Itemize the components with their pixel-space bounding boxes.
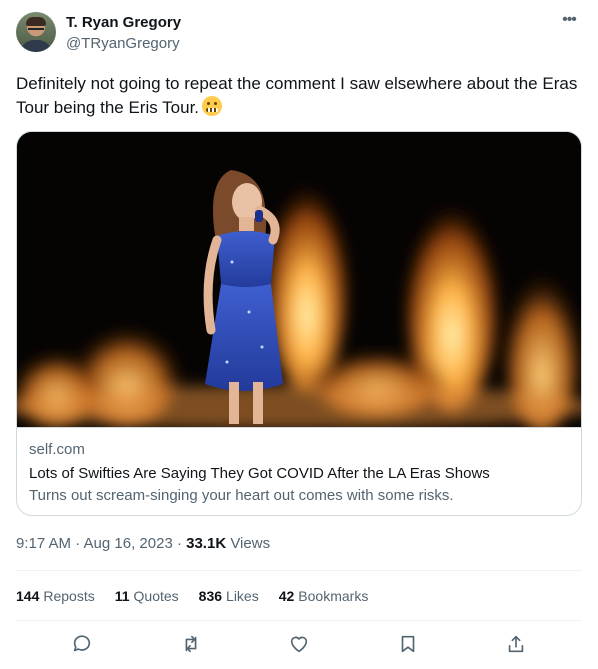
like-button[interactable] xyxy=(281,626,317,662)
reposts-count: 144 xyxy=(16,588,40,604)
tweet-header: T. Ryan Gregory @TRyanGregory ••• xyxy=(16,12,582,56)
more-horizontal-icon[interactable]: ••• xyxy=(556,12,582,34)
bookmarks-stat[interactable]: 42 Bookmarks xyxy=(279,588,369,604)
avatar[interactable] xyxy=(16,12,56,52)
divider xyxy=(16,570,582,571)
likes-count: 836 xyxy=(198,588,223,604)
share-icon xyxy=(508,635,524,653)
bookmarks-count: 42 xyxy=(278,588,295,604)
card-description: Turns out scream-singing your heart out … xyxy=(29,487,454,504)
reply-icon xyxy=(73,635,91,652)
reply-button[interactable] xyxy=(64,626,100,662)
grimacing-face-emoji xyxy=(202,96,223,116)
likes-label: Likes xyxy=(226,588,259,604)
bookmark-button[interactable] xyxy=(390,626,426,662)
quotes-label: Quotes xyxy=(133,588,179,604)
card-domain: self.com xyxy=(29,441,85,458)
tweet-text: Definitely not going to repeat the comme… xyxy=(16,72,582,120)
tweet-body: Definitely not going to repeat the comme… xyxy=(16,74,578,117)
card-image xyxy=(17,132,581,427)
bookmark-icon xyxy=(401,635,414,653)
tweet-meta: 9:17 AM · Aug 16, 2023 · 33.1K Views xyxy=(16,535,270,552)
like-icon xyxy=(290,636,308,653)
engagement-stats: 144 Reposts 11 Quotes 836 Likes 42 Bookmarks xyxy=(16,588,368,604)
divider xyxy=(16,620,582,621)
author-name[interactable]: T. Ryan Gregory xyxy=(66,14,181,31)
card-body: self.com Lots of Swifties Are Saying The… xyxy=(17,427,581,515)
timestamp[interactable]: 9:17 AM · Aug 16, 2023 · xyxy=(16,535,186,552)
share-button[interactable] xyxy=(498,626,534,662)
reposts-stat[interactable]: 144 Reposts xyxy=(16,588,95,604)
repost-button[interactable] xyxy=(173,626,209,662)
views-label: Views xyxy=(226,535,271,552)
card-title[interactable]: Lots of Swifties Are Saying They Got COV… xyxy=(29,465,490,482)
views-count: 33.1K xyxy=(186,535,227,552)
author-handle[interactable]: @TRyanGregory xyxy=(66,35,180,52)
action-bar xyxy=(16,626,582,664)
repost-icon xyxy=(185,635,196,653)
quotes-stat[interactable]: 11 Quotes xyxy=(115,588,179,604)
link-card[interactable]: self.com Lots of Swifties Are Saying The… xyxy=(16,131,582,516)
likes-stat[interactable]: 836 Likes xyxy=(199,588,259,604)
quotes-count: 11 xyxy=(114,588,130,604)
bookmarks-label: Bookmarks xyxy=(298,588,369,604)
reposts-label: Reposts xyxy=(43,588,95,604)
